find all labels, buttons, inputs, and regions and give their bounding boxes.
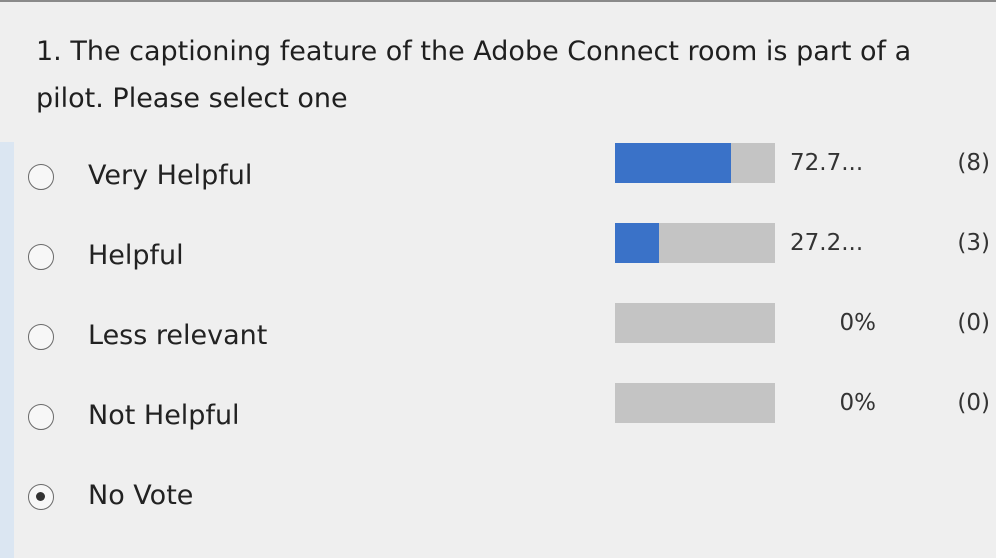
option-label: No Vote	[88, 480, 194, 511]
result-bar	[615, 223, 775, 263]
radio-button[interactable]	[28, 164, 54, 190]
poll-option-helpful[interactable]: Helpful 27.2... (3)	[0, 218, 996, 298]
result-bar-fill	[615, 143, 732, 183]
radio-selected-dot	[36, 492, 45, 501]
result-bar-fill	[615, 223, 659, 263]
result-percent: 0%	[839, 390, 877, 416]
result-percent: 0%	[839, 310, 877, 336]
result-count: (0)	[957, 390, 990, 416]
result-bar	[615, 383, 775, 423]
radio-button[interactable]	[28, 324, 54, 350]
radio-button[interactable]	[28, 244, 54, 270]
poll-option-very-helpful[interactable]: Very Helpful 72.7... (8)	[0, 138, 996, 218]
poll-question: 1. The captioning feature of the Adobe C…	[36, 36, 912, 114]
radio-button[interactable]	[28, 404, 54, 430]
option-label: Helpful	[88, 240, 184, 271]
result-percent: 72.7...	[790, 150, 864, 176]
result-count: (0)	[957, 310, 990, 336]
result-count: (8)	[957, 150, 990, 176]
poll-option-less-relevant[interactable]: Less relevant 0% (0)	[0, 298, 996, 378]
option-label: Very Helpful	[88, 160, 253, 191]
option-label: Not Helpful	[88, 400, 240, 431]
result-bar	[615, 143, 775, 183]
result-count: (3)	[957, 230, 990, 256]
poll-panel: 1. The captioning feature of the Adobe C…	[0, 0, 996, 558]
radio-button-selected[interactable]	[28, 484, 54, 510]
poll-option-not-helpful[interactable]: Not Helpful 0% (0)	[0, 378, 996, 458]
result-bar	[615, 303, 775, 343]
result-percent: 27.2...	[790, 230, 864, 256]
poll-option-no-vote[interactable]: No Vote	[0, 458, 996, 538]
option-label: Less relevant	[88, 320, 268, 351]
